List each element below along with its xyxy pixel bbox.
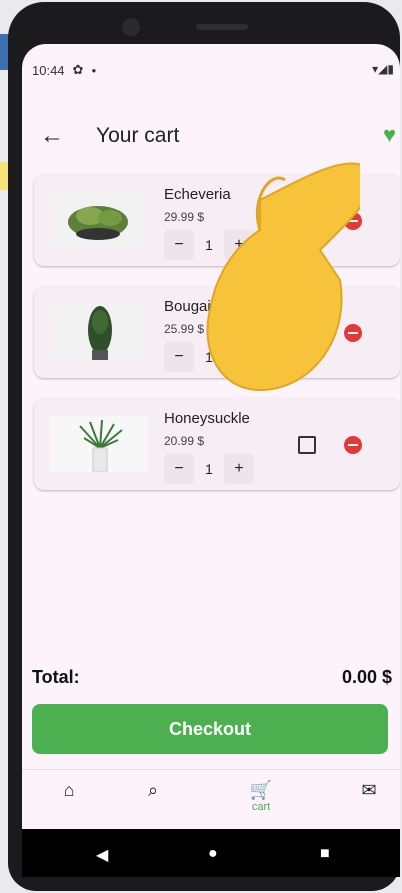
decrease-button[interactable]: − xyxy=(164,230,194,260)
cart-tab-label: cart xyxy=(251,801,271,813)
camera xyxy=(122,18,140,36)
quantity-stepper: − 1 + xyxy=(164,230,254,260)
system-nav-bar: ◀ ● ■ xyxy=(22,829,400,877)
plant-image xyxy=(50,416,148,472)
status-icons: ▾◢▮ xyxy=(372,62,394,76)
status-time: 10:44 xyxy=(32,62,65,78)
cart-icon: 🛒 xyxy=(249,780,273,800)
back-triangle-icon[interactable]: ◀ xyxy=(96,845,108,865)
app-screen: 10:44 ✿ ● ▾◢▮ ← Your cart ♥ Echeveria 29… xyxy=(22,44,400,829)
remove-icon[interactable] xyxy=(344,436,362,454)
back-arrow-icon[interactable]: ← xyxy=(40,122,64,150)
recents-square-icon[interactable]: ■ xyxy=(320,845,330,863)
select-checkbox[interactable] xyxy=(298,212,316,230)
quantity-value: 1 xyxy=(205,349,213,365)
quantity-value: 1 xyxy=(205,461,213,477)
cart-tab[interactable]: 🛒 cart xyxy=(236,780,286,813)
search-tab[interactable]: ⌕ xyxy=(128,780,178,801)
increase-button[interactable]: + xyxy=(224,230,254,260)
product-price: 20.99 $ xyxy=(164,434,205,448)
product-name: Echeveria xyxy=(164,186,231,203)
message-icon: ✉ xyxy=(361,780,377,800)
product-name: Honeysuckle xyxy=(164,410,250,427)
app-bar: ← Your cart ♥ xyxy=(22,122,400,158)
search-icon: ⌕ xyxy=(147,780,159,800)
total-label: Total: xyxy=(32,667,80,687)
heart-icon[interactable]: ♥ xyxy=(383,122,396,148)
total-value: 0.00 $ xyxy=(341,667,392,687)
select-checkbox[interactable] xyxy=(298,436,316,454)
decrease-button[interactable]: − xyxy=(164,454,194,484)
home-icon: ⌂ xyxy=(63,780,75,800)
bottom-nav: ⌂ ⌕ 🛒 cart ✉ xyxy=(22,769,400,829)
gear-icon: ✿ xyxy=(72,62,84,77)
speaker xyxy=(196,24,248,30)
quantity-stepper: − 1 + xyxy=(164,454,254,484)
cart-item-echeveria: Echeveria 29.99 $ − 1 + xyxy=(34,174,400,266)
select-checkbox[interactable] xyxy=(298,324,316,342)
home-tab[interactable]: ⌂ xyxy=(44,780,94,801)
checkout-button[interactable]: Checkout xyxy=(32,704,388,754)
increase-button[interactable]: + xyxy=(224,454,254,484)
dot-icon: ● xyxy=(91,65,97,75)
cart-item-bougainvillea: Bougainvillea 25.99 $ − 1 + xyxy=(34,286,400,378)
increase-button[interactable]: + xyxy=(224,342,254,372)
cart-item-honeysuckle: Honeysuckle 20.99 $ − 1 + xyxy=(34,398,400,490)
page-title: Your cart xyxy=(96,124,180,147)
product-price: 29.99 $ xyxy=(164,210,205,224)
messages-tab[interactable]: ✉ xyxy=(344,780,394,801)
plant-image xyxy=(50,192,148,248)
remove-icon[interactable] xyxy=(344,212,362,230)
status-bar: 10:44 ✿ ● xyxy=(32,62,96,78)
remove-icon[interactable] xyxy=(344,324,362,342)
product-name: Bougainvillea xyxy=(164,298,254,315)
quantity-stepper: − 1 + xyxy=(164,342,254,372)
plant-image xyxy=(50,304,148,360)
product-price: 25.99 $ xyxy=(164,322,205,336)
decrease-button[interactable]: − xyxy=(164,342,194,372)
home-circle-icon[interactable]: ● xyxy=(208,845,218,863)
quantity-value: 1 xyxy=(205,237,213,253)
